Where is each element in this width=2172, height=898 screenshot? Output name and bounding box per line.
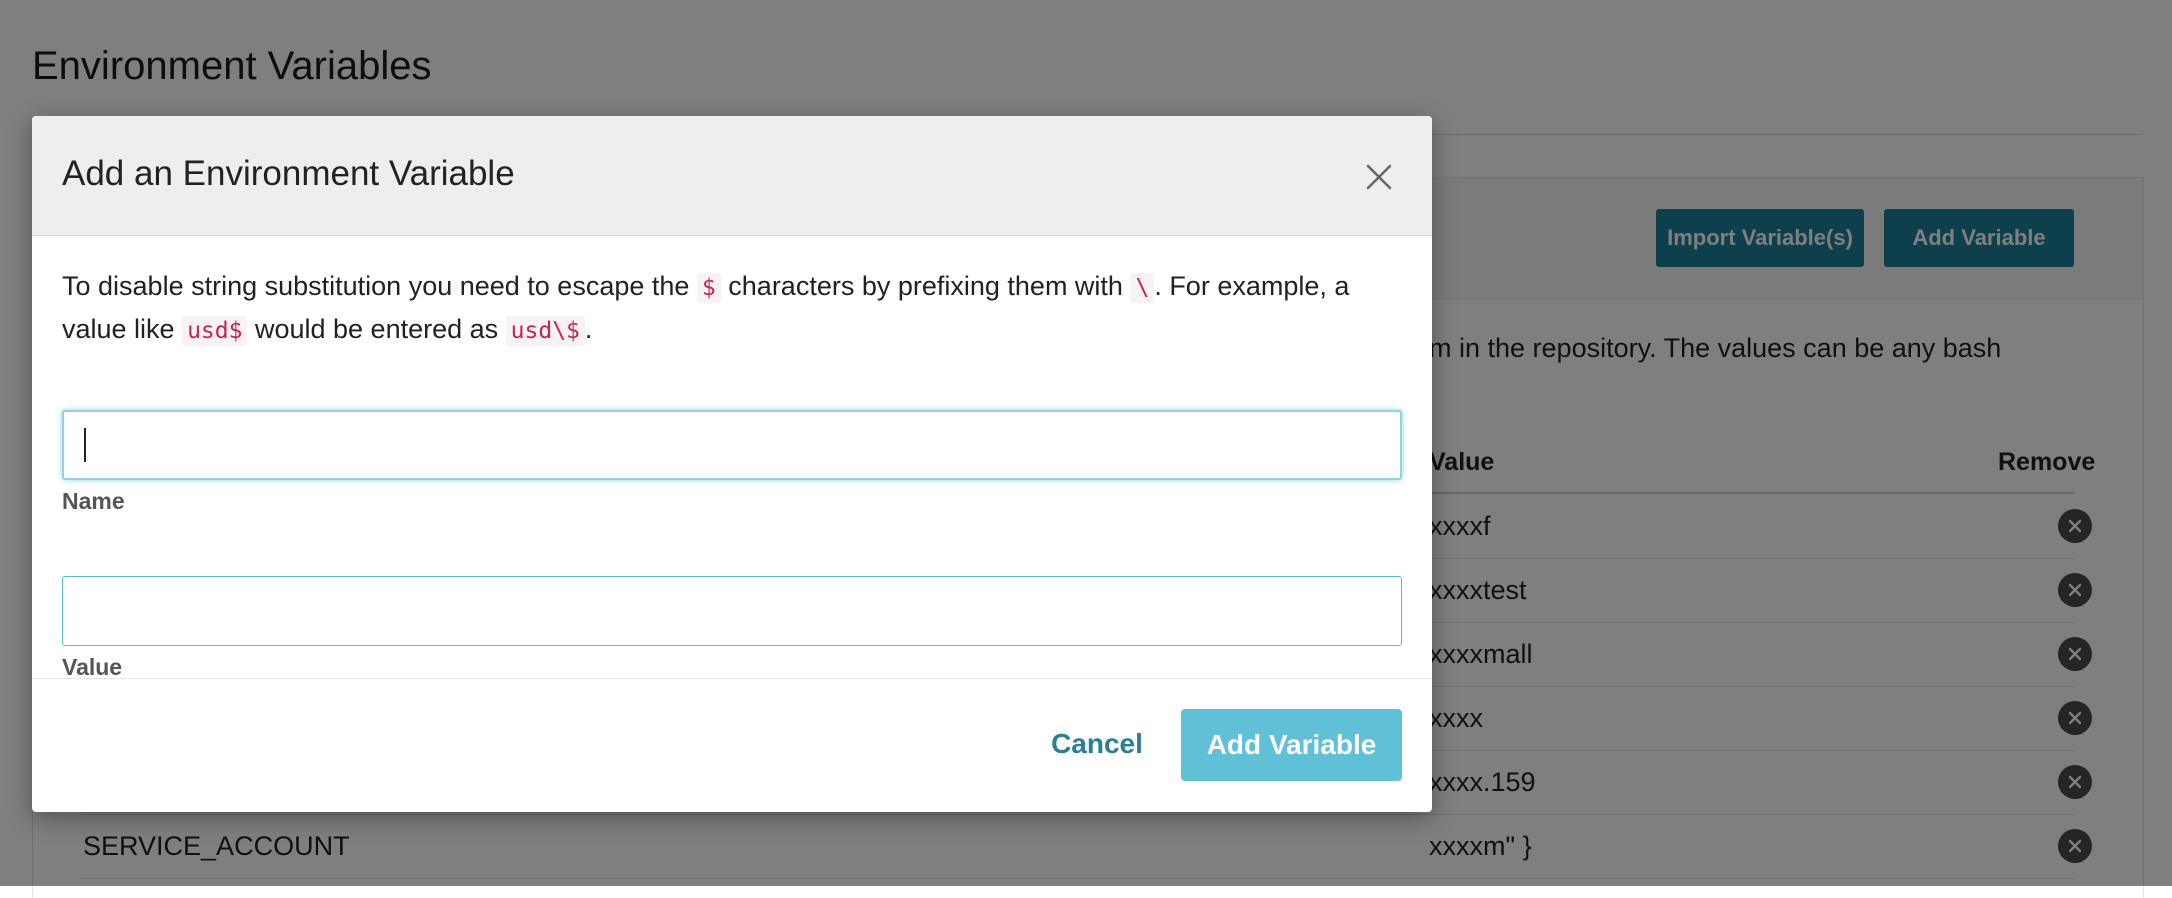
hint-text: characters by prefixing them with bbox=[720, 271, 1131, 301]
value-label: Value bbox=[62, 654, 123, 680]
add-env-variable-dialog: Add an Environment Variable To disable s… bbox=[32, 116, 1432, 812]
text-cursor bbox=[84, 428, 86, 462]
example-code: usd$ bbox=[182, 316, 248, 346]
submit-add-variable-button[interactable]: Add Variable bbox=[1181, 709, 1402, 781]
value-input[interactable] bbox=[62, 576, 1402, 646]
dialog-footer-divider bbox=[32, 678, 1432, 679]
hint-text: . bbox=[584, 314, 593, 344]
escape-hint: To disable string substitution you need … bbox=[62, 266, 1412, 352]
hint-text: To disable string substitution you need … bbox=[62, 271, 697, 301]
backslash-code: \ bbox=[1130, 273, 1155, 303]
hint-text: would be entered as bbox=[247, 314, 506, 344]
dialog-title: Add an Environment Variable bbox=[62, 154, 515, 193]
cancel-button[interactable]: Cancel bbox=[1022, 708, 1172, 780]
dollar-code: $ bbox=[696, 273, 721, 303]
close-icon[interactable] bbox=[1364, 162, 1394, 192]
escaped-example-code: usd\$ bbox=[505, 316, 585, 346]
name-label: Name bbox=[62, 488, 125, 514]
name-input[interactable] bbox=[62, 410, 1402, 480]
dialog-header: Add an Environment Variable bbox=[32, 116, 1432, 236]
